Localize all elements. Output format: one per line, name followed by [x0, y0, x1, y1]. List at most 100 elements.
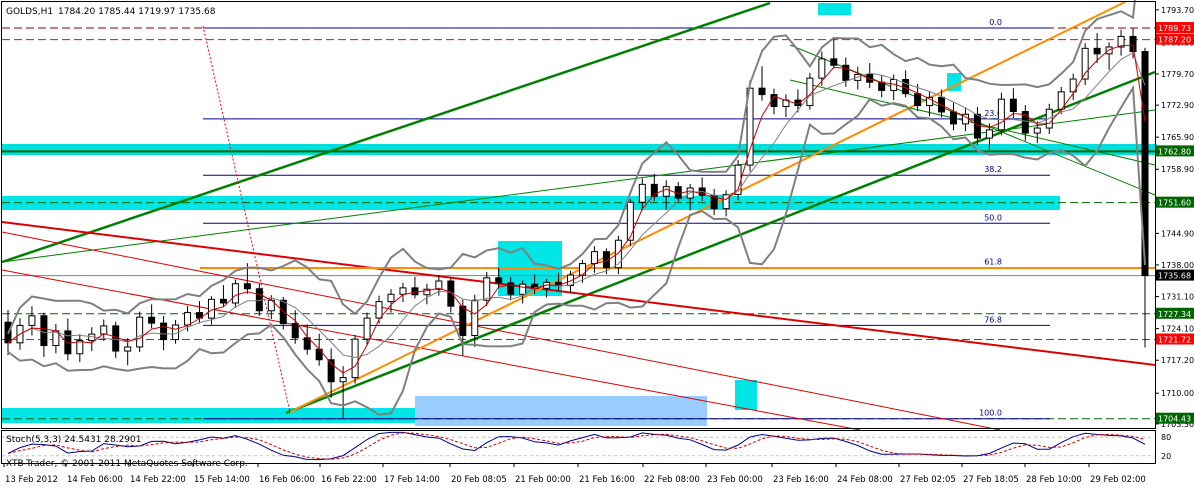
candle-body — [351, 338, 359, 379]
candle-body — [997, 98, 1005, 131]
price-tag-label: 1735.68 — [1158, 272, 1191, 281]
x-tick-label: 23 Feb 16:00 — [773, 475, 829, 485]
stoch-level-label: 80 — [1161, 433, 1171, 442]
y-tick-label: 1779.70 — [1161, 70, 1194, 79]
price-tag-label: 1721.72 — [1158, 336, 1191, 345]
candle-body — [1009, 98, 1017, 113]
price-tag-label: 1727.34 — [1158, 310, 1191, 319]
candle-body — [495, 277, 503, 284]
candle-body — [902, 78, 910, 95]
fib-label: 38.2 — [984, 165, 1002, 174]
symbol-label: GOLDS,H1 — [6, 7, 53, 17]
y-tick-label: 1738.00 — [1161, 261, 1194, 270]
y-tick-label: 1758.90 — [1161, 165, 1194, 174]
x-tick-label: 14 Feb 22:00 — [130, 475, 186, 485]
y-tick-label: 1744.90 — [1161, 229, 1194, 238]
candle-body — [830, 58, 838, 66]
candle-body — [100, 325, 108, 335]
x-tick-label: 28 Feb 10:00 — [1026, 475, 1082, 485]
chart-svg: 0.023.638.250.061.876.8100.0 1793.701786… — [0, 0, 1194, 487]
candle-body — [638, 183, 646, 203]
chart-root: 0.023.638.250.061.876.8100.0 1793.701786… — [0, 0, 1194, 487]
candle-body — [124, 346, 132, 352]
price-tag-label: 1789.73 — [1158, 24, 1191, 33]
candle-body — [375, 301, 383, 319]
x-tick-label: 21 Feb 16:00 — [579, 475, 635, 485]
candle-body — [1129, 35, 1137, 53]
x-tick-label: 22 Feb 08:00 — [644, 475, 700, 485]
zone-top — [818, 3, 851, 15]
price-tag-label: 1787.20 — [1158, 36, 1191, 45]
price-tag-label: 1704.43 — [1158, 415, 1191, 424]
y-tick-label: 1765.90 — [1161, 133, 1194, 142]
candle-body — [136, 316, 144, 348]
candle-body — [1093, 47, 1101, 55]
zone-small — [735, 380, 757, 410]
candle-body — [160, 322, 168, 341]
candle-body — [291, 323, 299, 339]
y-tick-label: 1731.10 — [1161, 293, 1194, 302]
x-tick-label: 29 Feb 02:00 — [1090, 475, 1146, 485]
fib-label: 100.0 — [979, 409, 1002, 418]
x-tick-label: 16 Feb 06:00 — [259, 475, 315, 485]
price-tag-label: 1762.80 — [1158, 147, 1191, 156]
candle-body — [148, 316, 156, 324]
candle-body — [76, 340, 84, 355]
candle-body — [1033, 127, 1041, 134]
candle-body — [411, 287, 419, 296]
y-tick-label: 1772.90 — [1161, 101, 1194, 110]
stochastic-label: Stoch(5,3,3) 24.5431 28.2901 — [6, 435, 141, 445]
x-tick-label: 20 Feb 08:05 — [451, 475, 507, 485]
candle-body — [64, 330, 72, 355]
ohlc-label: 1784.20 1785.44 1719.97 1735.68 — [58, 7, 216, 17]
fib-label: 61.8 — [984, 258, 1002, 267]
fib-label: 50.0 — [984, 213, 1002, 222]
candle-body — [387, 293, 395, 303]
y-tick-label: 1710.00 — [1161, 389, 1194, 398]
x-tick-label: 13 Feb 2012 — [5, 475, 58, 485]
y-tick-label: 1724.10 — [1161, 325, 1194, 334]
candle-body — [399, 287, 407, 295]
candle-body — [758, 87, 766, 96]
x-tick-label: 14 Feb 06:00 — [67, 475, 123, 485]
y-tick-label: 1717.20 — [1161, 356, 1194, 365]
candle-body — [40, 315, 48, 347]
candle-body — [207, 298, 215, 319]
candle-body — [842, 64, 850, 81]
candle-body — [519, 283, 527, 295]
x-tick-label: 16 Feb 22:00 — [321, 475, 377, 485]
candle-body — [1105, 46, 1113, 55]
candle-body — [590, 251, 598, 265]
candle-body — [339, 377, 347, 383]
candle-body — [985, 129, 993, 139]
x-tick-label: 24 Feb 08:00 — [837, 475, 893, 485]
candle-body — [626, 201, 634, 241]
candle-body — [483, 277, 491, 301]
candle-body — [28, 315, 36, 326]
x-tick-label: 15 Feb 14:00 — [194, 475, 250, 485]
candle-body — [878, 81, 886, 91]
stoch-level-label: 20 — [1161, 452, 1171, 461]
candle-body — [219, 298, 227, 304]
x-tick-label: 21 Feb 00:00 — [515, 475, 571, 485]
price-tag-label: 1751.60 — [1158, 199, 1191, 208]
candle-body — [231, 283, 239, 304]
candle-body — [243, 283, 251, 290]
zone-blue — [415, 396, 707, 426]
candle-body — [722, 193, 730, 210]
candle-body — [112, 325, 120, 352]
candle-body — [662, 186, 670, 197]
y-tick-label: 1793.70 — [1161, 6, 1194, 15]
copyright-text: XTB-Trader, © 2001-2011 MetaQuotes Softw… — [6, 459, 248, 469]
candle-body — [459, 305, 467, 336]
candle-body — [950, 111, 958, 125]
x-tick-label: 27 Feb 02:05 — [900, 475, 956, 485]
candle-body — [471, 299, 479, 336]
x-tick-label: 27 Feb 18:05 — [963, 475, 1019, 485]
candle-body — [363, 317, 371, 340]
candle-body — [1081, 47, 1089, 80]
x-tick-label: 23 Feb 00:00 — [707, 475, 763, 485]
candle-body — [914, 93, 922, 107]
fib-label: 76.8 — [984, 315, 1002, 324]
fib-label: 0.0 — [989, 18, 1002, 27]
